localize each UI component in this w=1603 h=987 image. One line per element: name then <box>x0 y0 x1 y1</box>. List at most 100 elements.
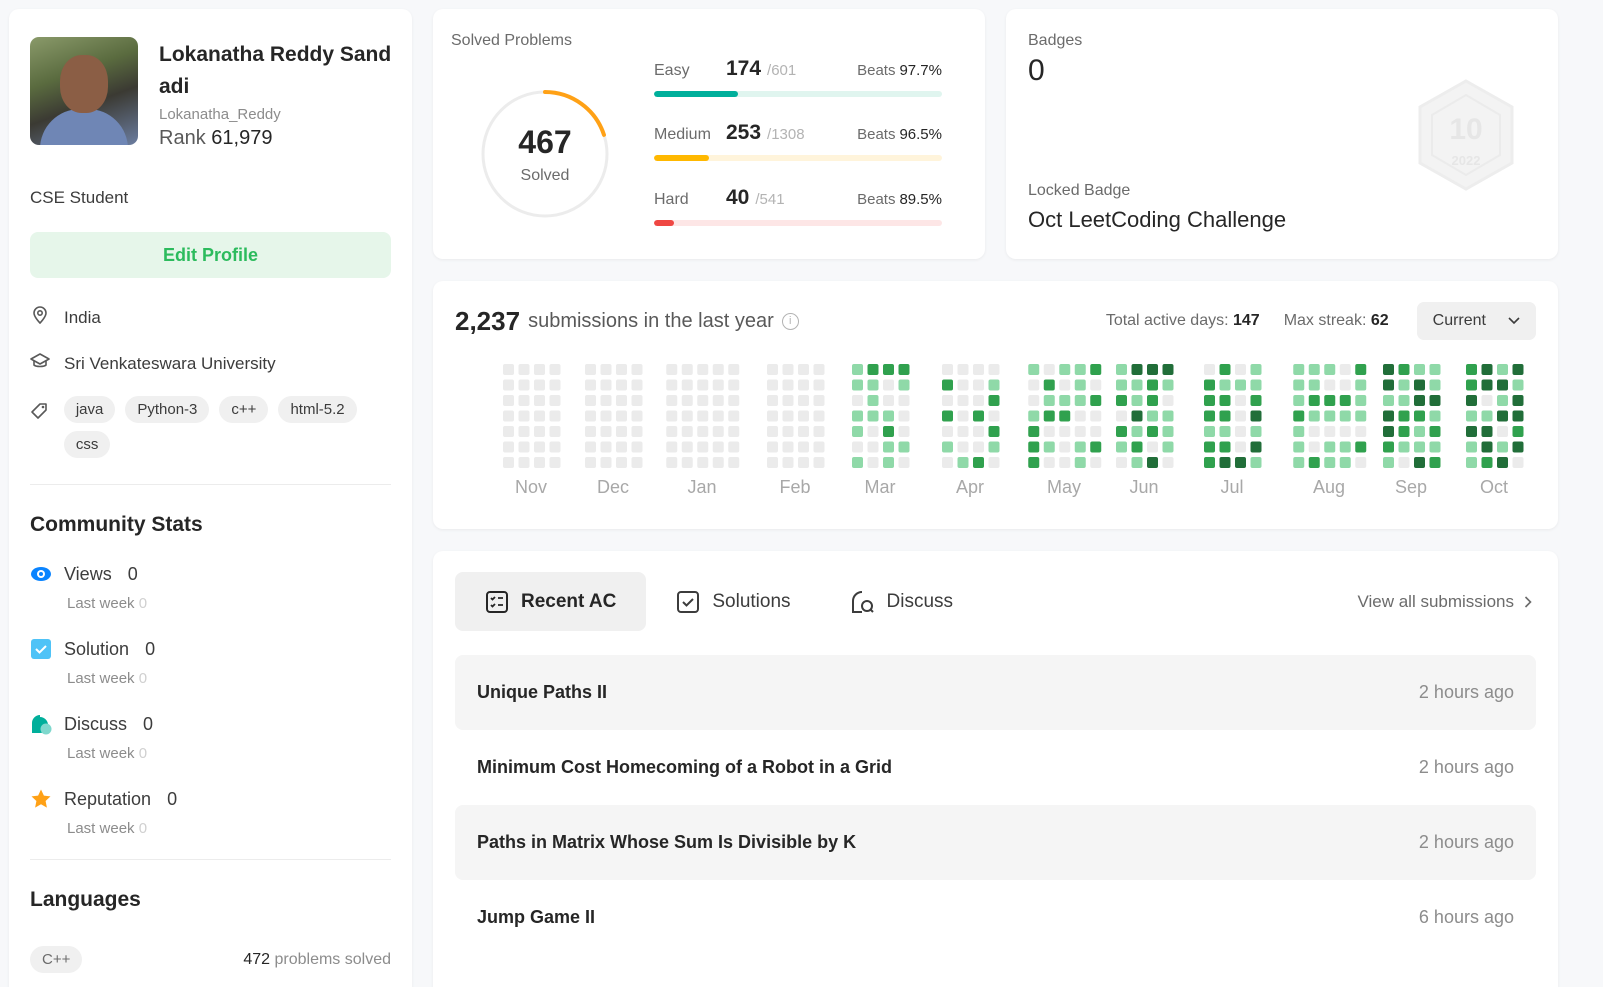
heatmap-cell[interactable] <box>1308 426 1320 437</box>
heatmap-cell[interactable] <box>1204 441 1215 453</box>
heatmap-cell[interactable] <box>1235 441 1246 453</box>
heatmap-cell[interactable] <box>585 457 596 468</box>
heatmap-cell[interactable] <box>728 395 740 406</box>
heatmap-cell[interactable] <box>600 426 612 437</box>
heatmap-cell[interactable] <box>1204 379 1215 391</box>
heatmap-cell[interactable] <box>616 426 627 437</box>
heatmap-cell[interactable] <box>1147 410 1158 422</box>
heatmap-cell[interactable] <box>1204 457 1215 468</box>
heatmap-cell[interactable] <box>898 457 910 468</box>
heatmap-cell[interactable] <box>798 441 809 453</box>
heatmap-cell[interactable] <box>1324 364 1336 375</box>
heatmap-cell[interactable] <box>585 379 596 391</box>
edit-profile-button[interactable]: Edit Profile <box>30 232 391 278</box>
heatmap-cell[interactable] <box>988 395 1000 406</box>
heatmap-cell[interactable] <box>1383 457 1394 468</box>
heatmap-cell[interactable] <box>697 395 709 406</box>
heatmap-cell[interactable] <box>631 426 643 437</box>
heatmap-cell[interactable] <box>988 379 1000 391</box>
heatmap-cell[interactable] <box>616 364 627 375</box>
skill-tag[interactable]: c++ <box>219 396 269 423</box>
heatmap-cell[interactable] <box>782 457 794 468</box>
heatmap-cell[interactable] <box>1059 426 1071 437</box>
hexagon-badge-icon[interactable]: 10 2022 <box>1408 77 1524 193</box>
heatmap-cell[interactable] <box>600 410 612 422</box>
heatmap-cell[interactable] <box>1383 364 1394 375</box>
heatmap-cell[interactable] <box>1219 395 1231 406</box>
heatmap-cell[interactable] <box>1074 457 1086 468</box>
heatmap-cell[interactable] <box>1250 395 1262 406</box>
heatmap-cell[interactable] <box>1043 441 1055 453</box>
heatmap-cell[interactable] <box>666 395 678 406</box>
heatmap-cell[interactable] <box>1059 364 1071 375</box>
heatmap-cell[interactable] <box>1074 426 1086 437</box>
heatmap-cell[interactable] <box>1324 410 1336 422</box>
heatmap-cell[interactable] <box>973 426 984 437</box>
heatmap-cell[interactable] <box>1481 395 1493 406</box>
heatmap-cell[interactable] <box>883 379 894 391</box>
heatmap-cell[interactable] <box>681 457 693 468</box>
heatmap-cell[interactable] <box>957 457 969 468</box>
heatmap-cell[interactable] <box>898 364 910 375</box>
heatmap-cell[interactable] <box>1466 364 1477 375</box>
heatmap-cell[interactable] <box>1131 441 1143 453</box>
heatmap-cell[interactable] <box>631 395 643 406</box>
heatmap-cell[interactable] <box>1512 379 1524 391</box>
heatmap-cell[interactable] <box>1074 441 1086 453</box>
heatmap-cell[interactable] <box>798 379 809 391</box>
heatmap-cell[interactable] <box>898 379 910 391</box>
heatmap-cell[interactable] <box>534 410 545 422</box>
heatmap-cell[interactable] <box>1355 364 1367 375</box>
heatmap-cell[interactable] <box>1219 441 1231 453</box>
heatmap-cell[interactable] <box>1383 441 1394 453</box>
heatmap-cell[interactable] <box>973 441 984 453</box>
heatmap-cell[interactable] <box>518 379 530 391</box>
heatmap-cell[interactable] <box>666 364 678 375</box>
heatmap-cell[interactable] <box>1090 410 1102 422</box>
heatmap-cell[interactable] <box>1116 426 1127 437</box>
heatmap-cell[interactable] <box>1250 364 1262 375</box>
heatmap-cell[interactable] <box>957 364 969 375</box>
heatmap-cell[interactable] <box>585 395 596 406</box>
heatmap-cell[interactable] <box>1429 364 1441 375</box>
heatmap-cell[interactable] <box>988 457 1000 468</box>
heatmap-cell[interactable] <box>518 410 530 422</box>
heatmap-cell[interactable] <box>1204 410 1215 422</box>
heatmap-cell[interactable] <box>712 410 724 422</box>
heatmap-cell[interactable] <box>681 410 693 422</box>
heatmap-cell[interactable] <box>1204 364 1215 375</box>
heatmap-cell[interactable] <box>728 364 740 375</box>
heatmap-cell[interactable] <box>883 426 894 437</box>
heatmap-cell[interactable] <box>883 364 894 375</box>
heatmap-cell[interactable] <box>1219 457 1231 468</box>
heatmap-cell[interactable] <box>1028 379 1040 391</box>
heatmap-cell[interactable] <box>1204 395 1215 406</box>
heatmap-cell[interactable] <box>534 457 545 468</box>
heatmap-cell[interactable] <box>898 410 910 422</box>
heatmap-cell[interactable] <box>1414 426 1425 437</box>
heatmap-cell[interactable] <box>728 410 740 422</box>
heatmap-cell[interactable] <box>1250 457 1262 468</box>
heatmap-cell[interactable] <box>1059 379 1071 391</box>
heatmap-cell[interactable] <box>1324 441 1336 453</box>
heatmap-cell[interactable] <box>600 395 612 406</box>
heatmap-cell[interactable] <box>1512 395 1524 406</box>
heatmap-cell[interactable] <box>852 457 863 468</box>
heatmap-cell[interactable] <box>957 410 969 422</box>
heatmap-cell[interactable] <box>1466 457 1477 468</box>
heatmap-cell[interactable] <box>1481 457 1493 468</box>
heatmap-cell[interactable] <box>1059 410 1071 422</box>
heatmap-cell[interactable] <box>585 426 596 437</box>
heatmap-cell[interactable] <box>813 364 825 375</box>
heatmap-cell[interactable] <box>549 426 561 437</box>
heatmap-cell[interactable] <box>1339 441 1351 453</box>
heatmap-cell[interactable] <box>534 379 545 391</box>
heatmap-cell[interactable] <box>798 410 809 422</box>
heatmap-cell[interactable] <box>1162 379 1174 391</box>
heatmap-cell[interactable] <box>1466 426 1477 437</box>
heatmap-cell[interactable] <box>1131 410 1143 422</box>
heatmap-cell[interactable] <box>988 410 1000 422</box>
heatmap-cell[interactable] <box>1429 441 1441 453</box>
heatmap-cell[interactable] <box>549 379 561 391</box>
heatmap-cell[interactable] <box>798 395 809 406</box>
